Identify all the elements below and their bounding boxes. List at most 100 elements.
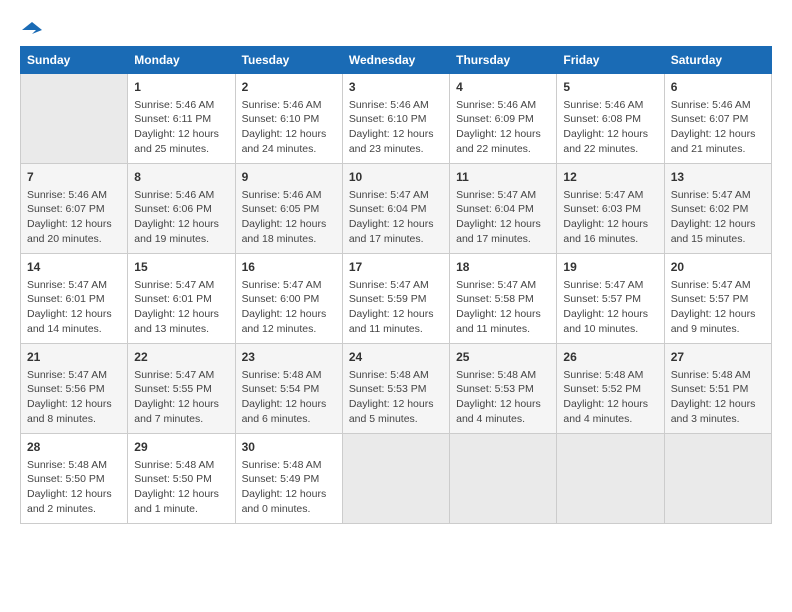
calendar-cell: 24 Sunrise: 5:48 AM Sunset: 5:53 PM Dayli…: [342, 344, 449, 434]
day-number: 22: [134, 349, 228, 366]
day-info: Sunrise: 5:47 AM Sunset: 6:04 PM Dayligh…: [349, 188, 443, 247]
day-info: Sunrise: 5:47 AM Sunset: 5:55 PM Dayligh…: [134, 368, 228, 427]
calendar-cell: [342, 434, 449, 524]
day-info: Sunrise: 5:47 AM Sunset: 5:57 PM Dayligh…: [563, 278, 657, 337]
calendar-cell: 18 Sunrise: 5:47 AM Sunset: 5:58 PM Dayli…: [450, 254, 557, 344]
day-number: 28: [27, 439, 121, 456]
day-info: Sunrise: 5:46 AM Sunset: 6:08 PM Dayligh…: [563, 98, 657, 157]
day-number: 11: [456, 169, 550, 186]
header-wednesday: Wednesday: [342, 47, 449, 74]
calendar-cell: 30 Sunrise: 5:48 AM Sunset: 5:49 PM Dayli…: [235, 434, 342, 524]
day-number: 7: [27, 169, 121, 186]
calendar-cell: 15 Sunrise: 5:47 AM Sunset: 6:01 PM Dayli…: [128, 254, 235, 344]
day-info: Sunrise: 5:47 AM Sunset: 6:01 PM Dayligh…: [27, 278, 121, 337]
day-info: Sunrise: 5:48 AM Sunset: 5:49 PM Dayligh…: [242, 458, 336, 517]
calendar-week-row: 14 Sunrise: 5:47 AM Sunset: 6:01 PM Dayli…: [21, 254, 772, 344]
calendar-cell: 8 Sunrise: 5:46 AM Sunset: 6:06 PM Daylig…: [128, 164, 235, 254]
day-info: Sunrise: 5:47 AM Sunset: 5:58 PM Dayligh…: [456, 278, 550, 337]
calendar-cell: 13Sunrise: 5:47 AM Sunset: 6:02 PM Dayli…: [664, 164, 771, 254]
day-number: 20: [671, 259, 765, 276]
calendar-cell: 26 Sunrise: 5:48 AM Sunset: 5:52 PM Dayli…: [557, 344, 664, 434]
calendar-week-row: 1 Sunrise: 5:46 AM Sunset: 6:11 PM Daylig…: [21, 74, 772, 164]
calendar-cell: 11 Sunrise: 5:47 AM Sunset: 6:04 PM Dayli…: [450, 164, 557, 254]
day-number: 2: [242, 79, 336, 96]
day-number: 8: [134, 169, 228, 186]
day-info: Sunrise: 5:47 AM Sunset: 6:04 PM Dayligh…: [456, 188, 550, 247]
calendar-cell: 2 Sunrise: 5:46 AM Sunset: 6:10 PM Daylig…: [235, 74, 342, 164]
calendar-cell: [557, 434, 664, 524]
calendar-cell: 5 Sunrise: 5:46 AM Sunset: 6:08 PM Daylig…: [557, 74, 664, 164]
calendar-cell: 21Sunrise: 5:47 AM Sunset: 5:56 PM Dayli…: [21, 344, 128, 434]
logo: [20, 20, 42, 36]
day-info: Sunrise: 5:48 AM Sunset: 5:52 PM Dayligh…: [563, 368, 657, 427]
calendar-cell: 7 Sunrise: 5:46 AM Sunset: 6:07 PM Daylig…: [21, 164, 128, 254]
calendar-cell: 22 Sunrise: 5:47 AM Sunset: 5:55 PM Dayli…: [128, 344, 235, 434]
calendar-cell: 28 Sunrise: 5:48 AM Sunset: 5:50 PM Dayli…: [21, 434, 128, 524]
calendar-cell: 17 Sunrise: 5:47 AM Sunset: 5:59 PM Dayli…: [342, 254, 449, 344]
calendar-cell: 1 Sunrise: 5:46 AM Sunset: 6:11 PM Daylig…: [128, 74, 235, 164]
day-number: 26: [563, 349, 657, 366]
header-thursday: Thursday: [450, 47, 557, 74]
day-number: 6: [671, 79, 765, 96]
calendar-cell: 29 Sunrise: 5:48 AM Sunset: 5:50 PM Dayli…: [128, 434, 235, 524]
calendar-cell: 27 Sunrise: 5:48 AM Sunset: 5:51 PM Dayli…: [664, 344, 771, 434]
day-info: Sunrise: 5:48 AM Sunset: 5:50 PM Dayligh…: [27, 458, 121, 517]
day-number: 27: [671, 349, 765, 366]
day-info: Sunrise: 5:48 AM Sunset: 5:53 PM Dayligh…: [456, 368, 550, 427]
day-number: 1: [134, 79, 228, 96]
header-sunday: Sunday: [21, 47, 128, 74]
day-number: 10: [349, 169, 443, 186]
day-info: Sunrise: 5:47 AM Sunset: 6:02 PM Dayligh…: [671, 188, 765, 247]
calendar-cell: 19 Sunrise: 5:47 AM Sunset: 5:57 PM Dayli…: [557, 254, 664, 344]
day-number: 3: [349, 79, 443, 96]
calendar-cell: [450, 434, 557, 524]
day-info: Sunrise: 5:46 AM Sunset: 6:10 PM Dayligh…: [349, 98, 443, 157]
header-friday: Friday: [557, 47, 664, 74]
day-info: Sunrise: 5:46 AM Sunset: 6:10 PM Dayligh…: [242, 98, 336, 157]
day-number: 18: [456, 259, 550, 276]
calendar-week-row: 21Sunrise: 5:47 AM Sunset: 5:56 PM Dayli…: [21, 344, 772, 434]
calendar-cell: 4Sunrise: 5:46 AM Sunset: 6:09 PM Daylig…: [450, 74, 557, 164]
day-info: Sunrise: 5:48 AM Sunset: 5:51 PM Dayligh…: [671, 368, 765, 427]
calendar-cell: [664, 434, 771, 524]
day-number: 5: [563, 79, 657, 96]
day-info: Sunrise: 5:47 AM Sunset: 5:57 PM Dayligh…: [671, 278, 765, 337]
calendar-cell: 12Sunrise: 5:47 AM Sunset: 6:03 PM Dayli…: [557, 164, 664, 254]
day-info: Sunrise: 5:46 AM Sunset: 6:06 PM Dayligh…: [134, 188, 228, 247]
day-number: 25: [456, 349, 550, 366]
day-number: 29: [134, 439, 228, 456]
day-info: Sunrise: 5:47 AM Sunset: 5:59 PM Dayligh…: [349, 278, 443, 337]
calendar-cell: [21, 74, 128, 164]
calendar-table: SundayMondayTuesdayWednesdayThursdayFrid…: [20, 46, 772, 524]
day-info: Sunrise: 5:48 AM Sunset: 5:54 PM Dayligh…: [242, 368, 336, 427]
day-info: Sunrise: 5:47 AM Sunset: 5:56 PM Dayligh…: [27, 368, 121, 427]
day-number: 19: [563, 259, 657, 276]
day-number: 16: [242, 259, 336, 276]
day-info: Sunrise: 5:47 AM Sunset: 6:01 PM Dayligh…: [134, 278, 228, 337]
calendar-cell: 10 Sunrise: 5:47 AM Sunset: 6:04 PM Dayli…: [342, 164, 449, 254]
page-header: [20, 20, 772, 36]
calendar-header-row: SundayMondayTuesdayWednesdayThursdayFrid…: [21, 47, 772, 74]
calendar-cell: 16Sunrise: 5:47 AM Sunset: 6:00 PM Dayli…: [235, 254, 342, 344]
day-number: 17: [349, 259, 443, 276]
day-info: Sunrise: 5:46 AM Sunset: 6:07 PM Dayligh…: [671, 98, 765, 157]
calendar-week-row: 7 Sunrise: 5:46 AM Sunset: 6:07 PM Daylig…: [21, 164, 772, 254]
day-info: Sunrise: 5:46 AM Sunset: 6:11 PM Dayligh…: [134, 98, 228, 157]
day-info: Sunrise: 5:48 AM Sunset: 5:53 PM Dayligh…: [349, 368, 443, 427]
calendar-cell: 20 Sunrise: 5:47 AM Sunset: 5:57 PM Dayli…: [664, 254, 771, 344]
header-monday: Monday: [128, 47, 235, 74]
header-saturday: Saturday: [664, 47, 771, 74]
calendar-cell: 14 Sunrise: 5:47 AM Sunset: 6:01 PM Dayli…: [21, 254, 128, 344]
day-number: 30: [242, 439, 336, 456]
day-number: 15: [134, 259, 228, 276]
day-info: Sunrise: 5:48 AM Sunset: 5:50 PM Dayligh…: [134, 458, 228, 517]
day-number: 14: [27, 259, 121, 276]
day-info: Sunrise: 5:46 AM Sunset: 6:07 PM Dayligh…: [27, 188, 121, 247]
calendar-cell: 9Sunrise: 5:46 AM Sunset: 6:05 PM Daylig…: [235, 164, 342, 254]
day-info: Sunrise: 5:47 AM Sunset: 6:03 PM Dayligh…: [563, 188, 657, 247]
day-number: 24: [349, 349, 443, 366]
calendar-cell: 3 Sunrise: 5:46 AM Sunset: 6:10 PM Daylig…: [342, 74, 449, 164]
day-info: Sunrise: 5:46 AM Sunset: 6:09 PM Dayligh…: [456, 98, 550, 157]
day-number: 23: [242, 349, 336, 366]
calendar-cell: 6 Sunrise: 5:46 AM Sunset: 6:07 PM Daylig…: [664, 74, 771, 164]
